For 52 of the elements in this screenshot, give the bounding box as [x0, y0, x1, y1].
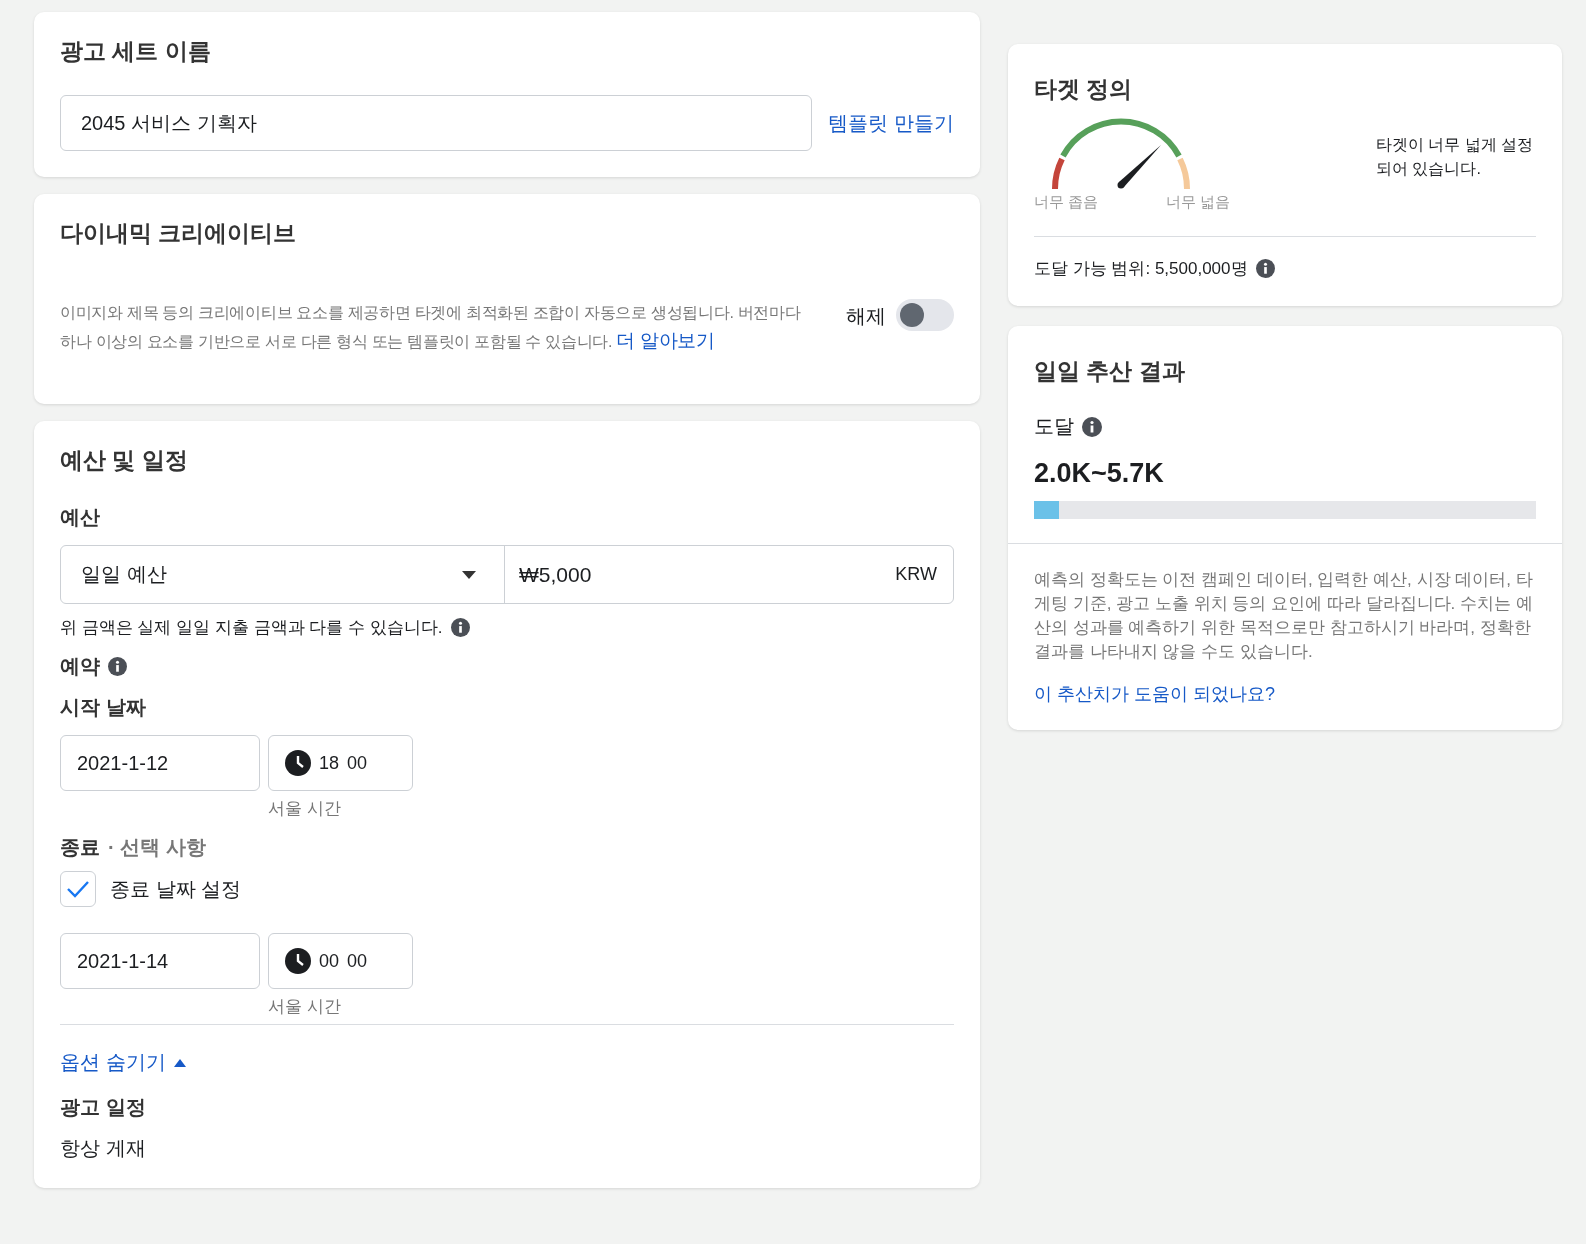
learn-more-link[interactable]: 더 알아보기: [616, 330, 715, 351]
timezone-text: 서울 시간: [268, 996, 342, 1018]
info-icon[interactable]: [1255, 259, 1275, 278]
hour-text: 00: [319, 950, 340, 972]
budget-label: 예산: [60, 505, 101, 530]
budget-type-dropdown[interactable]: 일일 예산: [61, 546, 505, 603]
section-title: 광고 세트 이름: [60, 37, 212, 66]
reach-text: 도달 가능 범위: 5,500,000명: [1034, 258, 1248, 280]
audience-message: 타겟이 너무 넓게 설정되어 있습니다.: [1376, 135, 1535, 179]
time-field[interactable]: 18 00: [268, 735, 413, 791]
section-title: 일일 추산 결과: [1034, 357, 1186, 386]
info-icon[interactable]: [450, 618, 470, 637]
ad-schedule-value: 항상 게재: [60, 1136, 147, 1161]
section-title: 예산 및 일정: [60, 446, 189, 475]
currency-label: KRW: [895, 564, 938, 585]
reach-value: 2.0K~5.7K: [1034, 458, 1165, 489]
optional-text: · 선택 사항: [108, 835, 206, 860]
minute-text: 00: [347, 752, 368, 774]
note-text: 위 금액은 실제 일일 지출 금액과 다를 수 있습니다.: [60, 617, 443, 639]
toggle-switch[interactable]: [896, 299, 954, 331]
info-icon[interactable]: [1082, 416, 1102, 437]
section-title: 타겟 정의: [1034, 75, 1134, 104]
reach-label: 도달: [1034, 414, 1074, 439]
toggle-label: 해제: [846, 304, 886, 329]
hide-options-link[interactable]: 옵션 숨기기: [60, 1049, 186, 1076]
date-field[interactable]: 2021-1-12: [60, 735, 260, 791]
amount-field[interactable]: ₩5,000: [505, 562, 896, 587]
disclaimer-text: 예측의 정확도는 이전 캠페인 데이터, 입력한 예산, 시장 데이터, 타게팅 기준, 광고 노출 위치 등의 요인에 따라 달라집니다. 수치는 예산의 성과를 예측하기 위한 목적으로만 참고하시기 바라며, 정확한 결과를 나타내지 않을 수도 있습니다.: [1034, 569, 1534, 663]
feedback-link[interactable]: 이 추산치가 도움이 되었나요?: [1034, 684, 1275, 704]
clock-icon: [285, 750, 311, 776]
time-field[interactable]: 00 00: [268, 933, 413, 989]
ad-schedule-label: 광고 일정: [60, 1095, 147, 1120]
info-icon[interactable]: [108, 657, 127, 676]
timezone-text: 서울 시간: [268, 798, 342, 820]
create-template-link[interactable]: 템플릿 만들기: [828, 109, 954, 137]
schedule-label: 예약: [60, 654, 100, 679]
description-text: 이미지와 제목 등의 크리에이티브 요소를 제공하면 타겟에 최적화된 조합이 자동으로 생성됩니다. 버전마다 하나 이상의 요소를 기반으로 서로 다른 형식 또는 템플릿이 포함될 수 있습니다. 더 알아보기: [60, 303, 802, 353]
checkmark-icon: [65, 879, 91, 899]
section-title: 다이내믹 크리에이티브: [60, 219, 298, 248]
gauge-label: 너무 넓음: [1165, 193, 1230, 212]
date-field[interactable]: 2021-1-14: [60, 933, 260, 989]
clock-icon: [285, 948, 311, 974]
start-date-label: 시작 날짜: [60, 695, 147, 720]
caret-icon: [173, 1058, 186, 1067]
minute-text: 00: [347, 950, 368, 972]
gauge-label: 너무 좁음: [1034, 193, 1099, 212]
checkbox-label: 종료 날짜 설정: [110, 876, 242, 902]
ad-set-name-field[interactable]: 2045 서비스 기획자: [60, 95, 813, 151]
checkbox[interactable]: [60, 871, 96, 907]
caret-icon: [462, 570, 476, 579]
end-label: 종료: [60, 835, 100, 860]
hour-text: 18: [319, 752, 340, 774]
